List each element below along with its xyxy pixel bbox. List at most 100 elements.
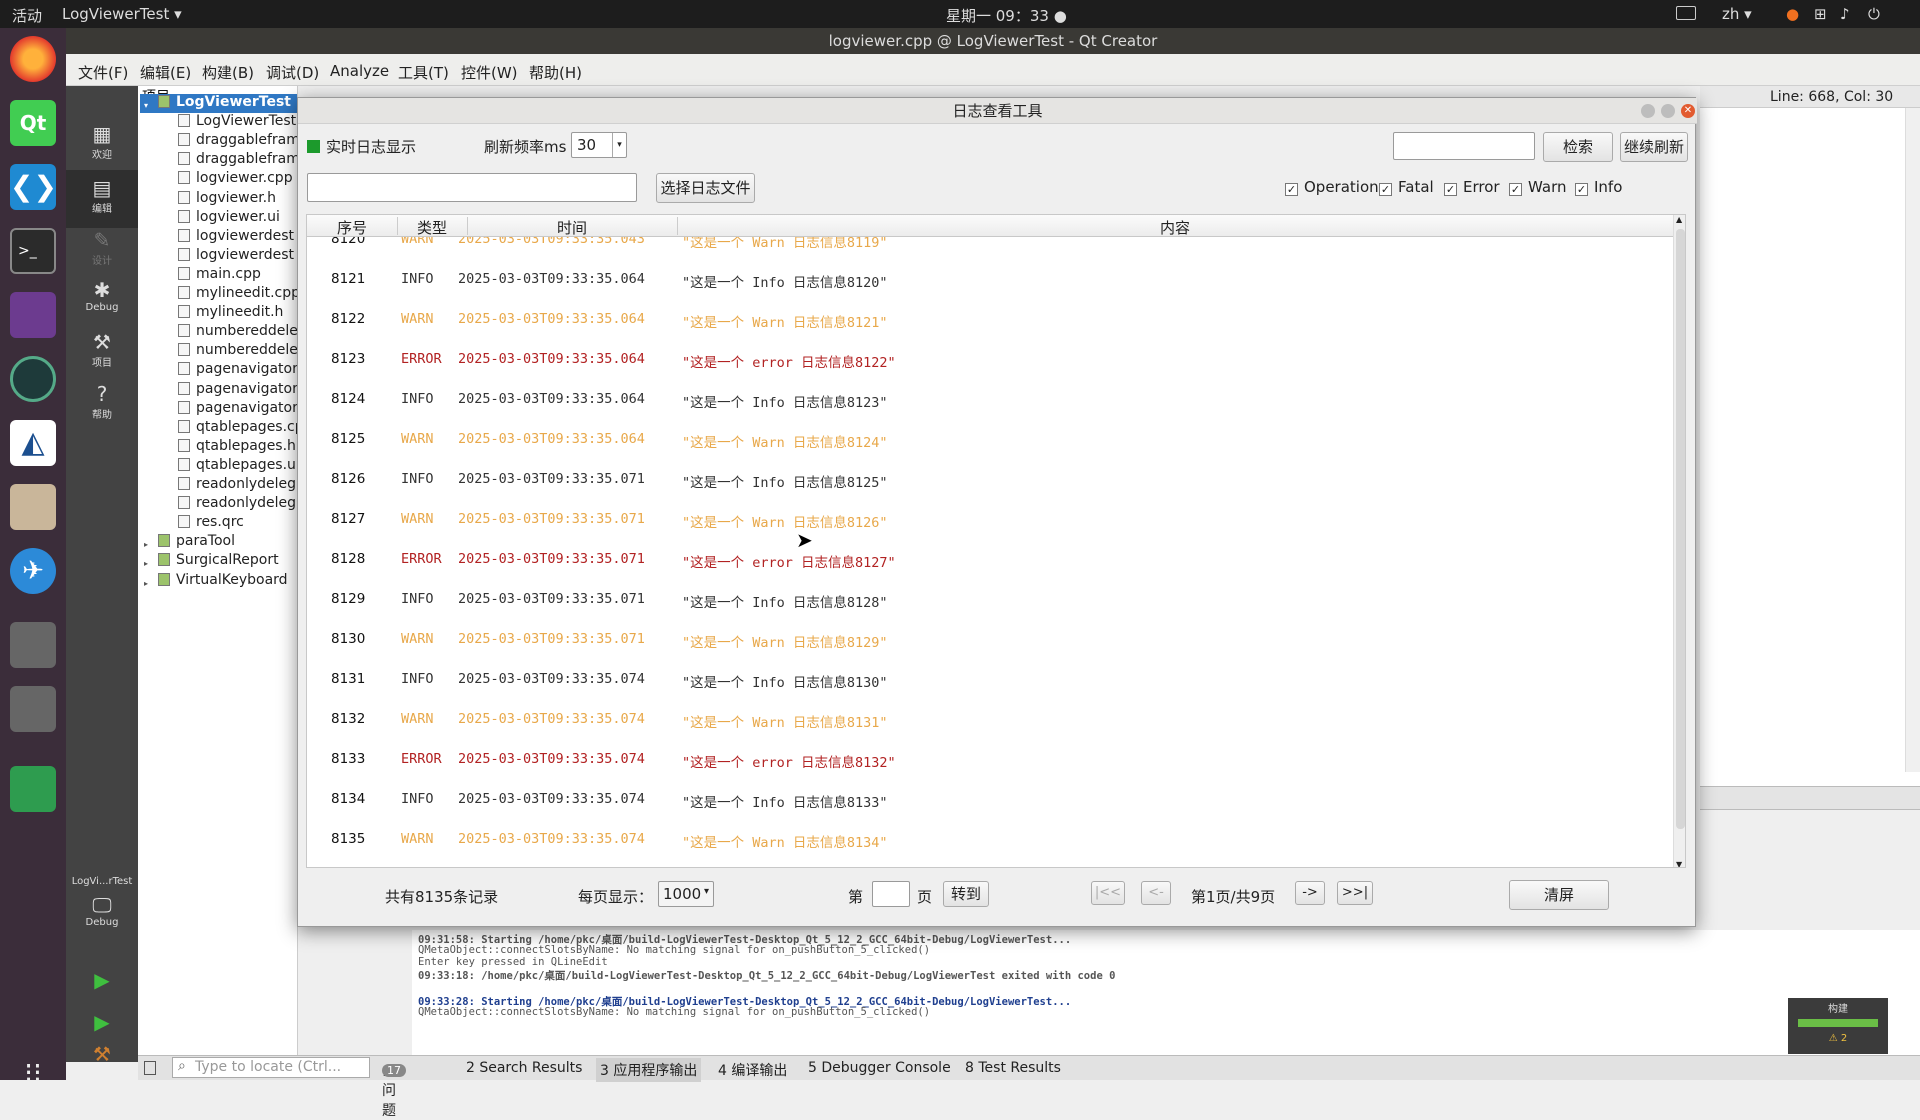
- search-input[interactable]: [1393, 132, 1535, 160]
- tree-item[interactable]: pagenavigator: [178, 400, 297, 419]
- realtime-indicator-icon[interactable]: [307, 140, 320, 153]
- build-progress[interactable]: 构建 ⚠ 2: [1788, 998, 1888, 1054]
- keyboard-icon[interactable]: [1676, 6, 1696, 20]
- network-icon[interactable]: ⊞: [1814, 5, 1827, 23]
- vscode-icon[interactable]: ❮❯: [10, 164, 57, 210]
- feishu-icon[interactable]: ✈: [10, 548, 56, 594]
- column-header-id[interactable]: 序号: [307, 217, 397, 238]
- page-number-input[interactable]: [872, 881, 910, 907]
- firefox-icon[interactable]: [10, 36, 56, 82]
- files-icon[interactable]: [10, 484, 56, 530]
- tree-item[interactable]: mylineedit.h: [178, 304, 283, 323]
- table-row[interactable]: 8135 WARN 2025-03-03T09:33:35.074 "这是一个 War…: [307, 821, 1673, 861]
- tree-item[interactable]: LogViewerTest: [178, 113, 296, 132]
- editor-scrollbar[interactable]: [1905, 108, 1920, 772]
- minimize-icon[interactable]: [1641, 104, 1655, 118]
- tree-item[interactable]: ▸ paraTool: [140, 533, 235, 552]
- mode-help[interactable]: ? 帮助: [66, 376, 138, 434]
- tree-item[interactable]: logviewerdest: [178, 247, 294, 266]
- goto-page-button[interactable]: 转到: [943, 881, 989, 907]
- terminal-icon[interactable]: >_: [10, 228, 56, 274]
- clock[interactable]: 星期一 09：33 ●: [946, 5, 1067, 26]
- filter-checkbox-warn[interactable]: ✓ Warn: [1509, 178, 1566, 196]
- first-page-button[interactable]: |<<: [1091, 881, 1125, 905]
- build-button[interactable]: ⚒: [66, 1042, 138, 1066]
- tree-item[interactable]: numbereddele: [178, 342, 297, 361]
- tree-item[interactable]: qtablepages.ui: [178, 457, 297, 476]
- menu-debug[interactable]: 调试(D): [266, 62, 319, 83]
- mode-debug[interactable]: ✱ Debug: [66, 272, 138, 330]
- tree-item[interactable]: qtablepages.cp: [178, 419, 297, 438]
- table-row[interactable]: 8123 ERROR 2025-03-03T09:33:35.064 "这是一个 er…: [307, 341, 1673, 381]
- tree-item[interactable]: numbereddele: [178, 323, 297, 342]
- spinbox-arrow-icon[interactable]: ▾: [612, 133, 626, 157]
- application-output[interactable]: 09:31:58: Starting /home/pkc/桌面/build-Lo…: [412, 930, 1920, 1062]
- tree-item[interactable]: logviewer.h: [178, 190, 276, 209]
- close-icon[interactable]: ✕: [1681, 104, 1695, 118]
- clear-screen-button[interactable]: 清屏: [1509, 880, 1609, 910]
- menu-file[interactable]: 文件(F): [78, 62, 128, 83]
- menu-build[interactable]: 构建(B): [202, 62, 254, 83]
- app-icon-chart[interactable]: ◭: [10, 420, 56, 466]
- scroll-down-icon[interactable]: ▼: [1676, 860, 1682, 867]
- tab-test-results[interactable]: 8 Test Results: [965, 1060, 1061, 1076]
- table-row[interactable]: 8130 WARN 2025-03-03T09:33:35.071 "这是一个 War…: [307, 621, 1673, 661]
- video-player-icon[interactable]: [10, 292, 56, 338]
- menu-help[interactable]: 帮助(H): [529, 62, 582, 83]
- mode-projects[interactable]: ⚒ 项目: [66, 324, 138, 382]
- search-button[interactable]: 检索: [1543, 132, 1613, 162]
- column-header-time[interactable]: 时间: [467, 217, 677, 238]
- tree-item[interactable]: mylineedit.cpp: [178, 285, 297, 304]
- tree-item[interactable]: ▸ SurgicalReport: [140, 552, 279, 571]
- next-page-button[interactable]: ->: [1295, 881, 1325, 905]
- tree-item[interactable]: draggablefram: [178, 151, 297, 170]
- tree-item[interactable]: pagenavigator: [178, 381, 297, 400]
- table-scrollbar[interactable]: ▲ ▼: [1673, 215, 1685, 867]
- table-row[interactable]: 8125 WARN 2025-03-03T09:33:35.064 "这是一个 War…: [307, 421, 1673, 461]
- tree-item[interactable]: ▸ VirtualKeyboard: [140, 572, 288, 591]
- language-indicator[interactable]: zh ▾: [1722, 5, 1752, 23]
- volume-icon[interactable]: ♪: [1840, 5, 1850, 23]
- show-apps-icon[interactable]: ⁝⁝: [10, 1050, 56, 1096]
- run-button[interactable]: ▶: [66, 962, 138, 1002]
- app-menu[interactable]: LogViewerTest ▾: [62, 5, 182, 23]
- per-page-select[interactable]: 1000 ▾: [658, 881, 714, 907]
- tree-item[interactable]: qtablepages.h: [178, 438, 296, 457]
- table-row[interactable]: 8133 ERROR 2025-03-03T09:33:35.074 "这是一个 er…: [307, 741, 1673, 781]
- tree-item[interactable]: logviewer.ui: [178, 209, 280, 228]
- menu-tools[interactable]: 工具(T): [398, 62, 449, 83]
- tab-application-output[interactable]: 3 应用程序输出: [596, 1058, 702, 1082]
- log-file-path-input[interactable]: [307, 173, 637, 202]
- column-header-type[interactable]: 类型: [397, 217, 467, 238]
- power-icon[interactable]: ⏻: [1868, 5, 1880, 23]
- app-icon-globe[interactable]: [10, 356, 56, 402]
- qt-creator-icon[interactable]: Qt: [10, 100, 56, 146]
- table-row[interactable]: 8128 ERROR 2025-03-03T09:33:35.071 "这是一个 er…: [307, 541, 1673, 581]
- mode-welcome[interactable]: ▦ 欢迎: [66, 116, 138, 174]
- menu-edit[interactable]: 编辑(E): [140, 62, 191, 83]
- maximize-icon[interactable]: [1661, 104, 1675, 118]
- table-row[interactable]: 8134 INFO 2025-03-03T09:33:35.074 "这是一个 Inf…: [307, 781, 1673, 821]
- debug-run-button[interactable]: ▶: [66, 1004, 138, 1044]
- menu-analyze[interactable]: Analyze: [330, 62, 389, 80]
- refresh-rate-spinbox[interactable]: 30 ▾: [571, 132, 627, 158]
- log-table[interactable]: 序号 类型 时间 内容 8120 WARN 2025-03-03T09:33:35.…: [306, 214, 1686, 868]
- filter-checkbox-operation[interactable]: ✓ Operation: [1285, 178, 1379, 196]
- tree-item[interactable]: readonlydeleg: [178, 495, 296, 514]
- tree-item[interactable]: draggablefram: [178, 132, 297, 151]
- table-row[interactable]: 8131 INFO 2025-03-03T09:33:35.074 "这是一个 Inf…: [307, 661, 1673, 701]
- tree-item[interactable]: pagenavigator: [178, 361, 297, 380]
- tab-search-results[interactable]: 2 Search Results: [466, 1060, 582, 1076]
- scroll-up-icon[interactable]: ▲: [1676, 215, 1682, 224]
- table-row[interactable]: 8122 WARN 2025-03-03T09:33:35.064 "这是一个 War…: [307, 301, 1673, 341]
- table-row[interactable]: 8132 WARN 2025-03-03T09:33:35.074 "这是一个 War…: [307, 701, 1673, 741]
- tab-debugger-console[interactable]: 5 Debugger Console: [808, 1060, 951, 1076]
- filter-checkbox-error[interactable]: ✓ Error: [1444, 178, 1500, 196]
- table-row[interactable]: 8127 WARN 2025-03-03T09:33:35.071 "这是一个 War…: [307, 501, 1673, 541]
- mode-edit[interactable]: ▤ 编辑: [66, 170, 138, 228]
- continue-refresh-button[interactable]: 继续刷新: [1620, 132, 1688, 162]
- spreadsheet-icon[interactable]: [10, 766, 56, 812]
- tree-item[interactable]: logviewerdest: [178, 228, 294, 247]
- menu-widgets[interactable]: 控件(W): [461, 62, 518, 83]
- dialog-titlebar[interactable]: 日志查看工具: [298, 98, 1697, 124]
